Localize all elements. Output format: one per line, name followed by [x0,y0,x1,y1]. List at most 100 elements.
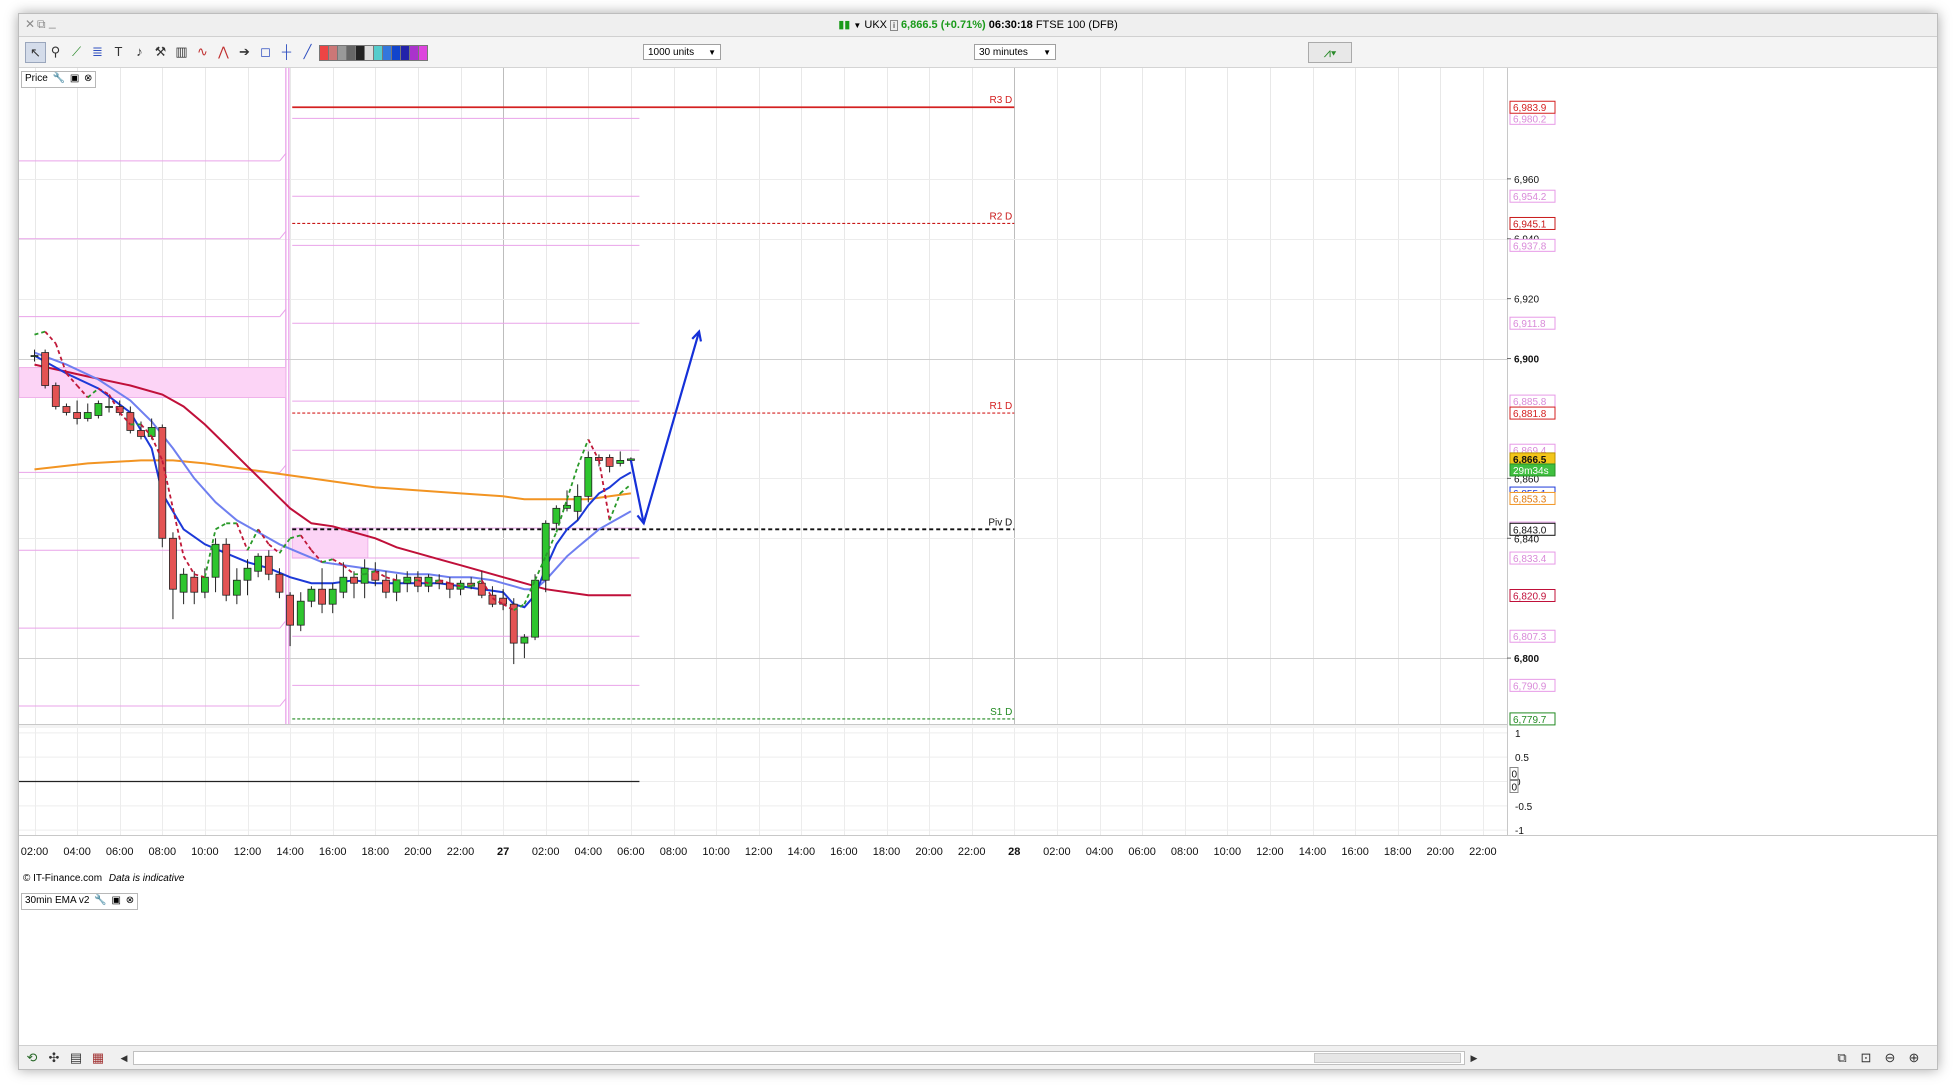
wave-tool-icon[interactable]: ∿ [193,42,212,61]
zoom-tool-icon[interactable]: ⚲ [46,42,65,61]
units-select-value: 1000 units [648,47,695,58]
candle-body [222,543,231,596]
zoom-fit-icon[interactable]: ⊡ [1857,1049,1875,1067]
trend-tool-icon[interactable]: ⟋ [67,42,86,61]
indicator-axis-tick: 1 [1515,729,1521,740]
pivot-price-text: 6,779.7 [1513,715,1547,726]
scroll-thumb[interactable] [1314,1053,1461,1063]
candle-body [286,594,295,626]
info-icon[interactable]: i [890,20,898,31]
refresh-icon[interactable]: ⟲ [23,1049,41,1067]
pointer-tool-icon[interactable]: ↖ [25,42,46,63]
time-axis-tick: 08:00 [660,846,688,858]
price-label-text: 6,911.8 [1513,319,1546,330]
scroll-right-icon[interactable]: ▶ [1465,1049,1483,1067]
arrow-tool-icon[interactable]: ➔ [235,42,254,61]
data-credit: © IT-Finance.com Data is indicative [23,873,184,884]
candle-body [137,430,145,437]
zoom-in-icon[interactable]: ⊕ [1905,1049,1923,1067]
candle-body [73,412,81,419]
candle-body [605,457,614,467]
price-axis-tick: 6,920 [1514,295,1539,306]
crosshair-icon[interactable]: ✣ [45,1049,63,1067]
bottom-bar: ⟲ ✣ ▤ ▦ ◀ ▶ ⧉ ⊡ ⊖ ⊕ [19,1045,1937,1069]
candle-body [531,579,539,638]
pivot-price-text: 6,843.0 [1513,525,1547,536]
wrench-icon[interactable]: 🔧 [94,894,106,908]
candle-body [179,573,188,593]
price-label-text: 6,937.8 [1513,241,1547,252]
pivot-line-label: S1 D [990,707,1012,718]
indicator-axis-tick: -0.5 [1515,802,1533,813]
fibonacci-tool-icon[interactable]: ≣ [88,42,107,61]
candle-body [616,460,625,464]
close-icon[interactable]: ⊗ [126,894,134,908]
platform-window: ✕ ⧉ _ ▮▮ ▼ UKX i 6,866.5 (+0.71%) 06:30:… [18,13,1938,1070]
chevron-down-icon[interactable]: ▼ [853,21,861,30]
zoom-out-icon[interactable]: ⊖ [1881,1049,1899,1067]
indicator-pane-title: 30min EMA v2 [25,895,90,906]
title-change: (+0.71%) [940,19,986,31]
time-axis-tick: 16:00 [319,846,347,858]
symbol-name: UKX [864,19,888,31]
indicator-pane-label: 30min EMA v2 🔧 ▣ ⊗ [21,893,139,910]
indicator-value-text: 0 [1512,783,1518,794]
time-axis-tick: 12:00 [234,846,262,858]
price-label-text: 6,853.3 [1513,494,1547,505]
shape-tool-icon[interactable]: ◻ [256,42,275,61]
time-axis-tick: 06:00 [617,846,645,858]
candles-icon: ▮▮ [838,19,851,31]
pivot-line-label: R2 D [990,211,1013,222]
window-title: ▮▮ ▼ UKX i 6,866.5 (+0.71%) 06:30:18 FTS… [19,18,1937,31]
time-axis-tick: 22:00 [447,846,475,858]
price-label-text: 6,807.3 [1513,632,1547,643]
candle-body [41,352,50,386]
time-axis-tick: 18:00 [873,846,901,858]
text-tool-icon[interactable]: T [109,42,128,61]
candle-body [477,582,486,596]
hline-tool-icon[interactable]: ┼ [277,42,296,61]
units-select[interactable]: 1000 units ▼ [643,44,721,60]
price-pane-label: Price 🔧 ▣ ⊗ [21,71,97,88]
timeframe-select[interactable]: 30 minutes ▼ [974,44,1056,60]
chart-canvas[interactable]: R3 DR2 DR1 DPiv DS1 D6,9606,9406,9206,90… [19,68,1937,1045]
time-axis-tick: 10:00 [1214,846,1242,858]
scroll-left-icon[interactable]: ◀ [115,1049,133,1067]
settings-icon[interactable]: ▦ [89,1049,107,1067]
chart-style-icon[interactable]: ⩘▾ [1308,42,1352,63]
layout-icon[interactable]: ⧉ [1833,1049,1851,1067]
price-label-text: 6,885.8 [1513,397,1547,408]
time-scrollbar[interactable] [133,1051,1465,1065]
window-icon[interactable]: ▣ [70,72,79,86]
time-axis-tick: 12:00 [745,846,773,858]
candle-body [83,412,92,419]
time-axis-tick: 22:00 [958,846,986,858]
candle-body [382,579,390,593]
time-axis-tick: 06:00 [1128,846,1156,858]
time-axis-tick: 16:00 [1341,846,1369,858]
trash-icon[interactable]: ▥ [172,42,191,61]
alert-tool-icon[interactable]: ♪ [130,42,149,61]
candle-body [350,576,358,584]
zigzag-tool-icon[interactable]: ⋀ [214,42,233,61]
hammer-tool-icon[interactable]: ⚒ [151,42,170,61]
time-axis-tick: 04:00 [1086,846,1114,858]
candle-body [94,403,103,416]
list-icon[interactable]: ▤ [67,1049,85,1067]
window-icon[interactable]: ▣ [112,894,121,908]
candle-body [563,504,571,509]
time-axis-tick: 06:00 [106,846,134,858]
pivot-line-label: R1 D [990,401,1013,412]
indicator-value-text: 0 [1512,770,1518,781]
close-icon[interactable]: ⊗ [84,72,92,86]
drawing-toolbar: ↖ ⚲ ⟋ ≣ T ♪ ⚒ ▥ ∿ ⋀ ➔ ◻ ┼ ╱ 1000 units ▼… [19,37,1937,68]
pivot-price-text: 6,983.9 [1513,103,1547,114]
color-swatch[interactable] [418,45,428,61]
candle-body [158,427,167,539]
time-axis-tick: 08:00 [1171,846,1199,858]
line-tool-icon[interactable]: ╱ [298,42,317,61]
candle-body [307,588,316,602]
candle-body [318,588,326,605]
pivot-line-label: R3 D [990,95,1013,106]
wrench-icon[interactable]: 🔧 [53,72,65,86]
